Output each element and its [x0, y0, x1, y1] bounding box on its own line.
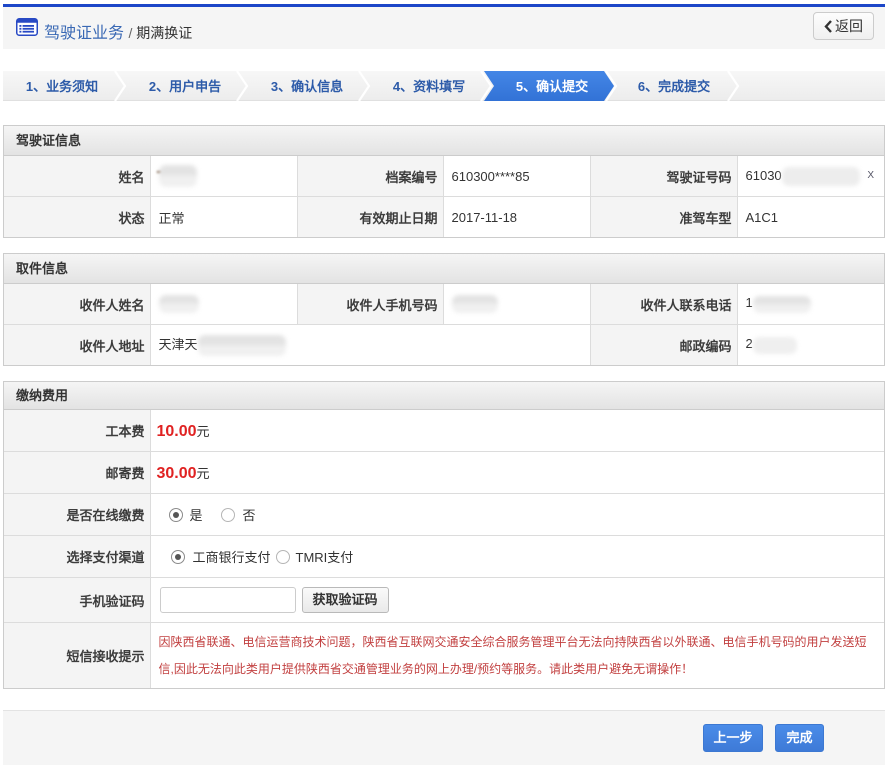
svg-text:1、业务须知: 1、业务须知 [26, 79, 98, 94]
svg-text:6、完成提交: 6、完成提交 [638, 79, 710, 94]
svg-text:4、资料填写: 4、资料填写 [393, 79, 465, 94]
svg-text:2、用户申告: 2、用户申告 [149, 79, 221, 94]
svg-text:3、确认信息: 3、确认信息 [271, 79, 343, 94]
svg-text:5、确认提交: 5、确认提交 [516, 79, 588, 94]
